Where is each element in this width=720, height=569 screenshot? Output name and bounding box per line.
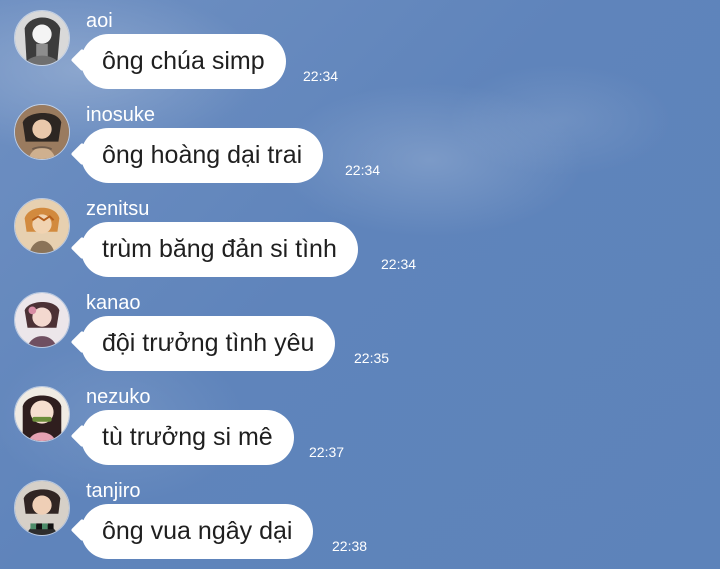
sender-name: zenitsu xyxy=(86,198,150,220)
message-row-aoi: aoi ông chúa simp 22:34 xyxy=(0,0,720,90)
message-row-inosuke: inosuke ông hoàng dại trai 22:34 xyxy=(0,94,720,184)
zenitsu-avatar-icon xyxy=(15,199,69,253)
message-bubble[interactable]: trùm băng đản si tình xyxy=(81,222,358,277)
message-bubble[interactable]: tù trưởng si mê xyxy=(81,410,294,465)
message-time: 22:37 xyxy=(309,444,345,460)
message-row-tanjiro: tanjiro ông vua ngây dại 22:38 xyxy=(0,470,720,560)
avatar-nezuko[interactable] xyxy=(14,386,70,442)
nezuko-avatar-icon xyxy=(15,387,69,441)
sender-name: aoi xyxy=(86,10,113,32)
message-bubble[interactable]: ông hoàng dại trai xyxy=(81,128,324,183)
message-bubble[interactable]: ông chúa simp xyxy=(81,34,286,89)
message-bubble[interactable]: ông vua ngây dại xyxy=(81,504,314,559)
chat-log: aoi ông chúa simp 22:34 inosuke ông hoàn… xyxy=(0,0,720,569)
message-time: 22:34 xyxy=(303,68,339,84)
sender-name: tanjiro xyxy=(86,480,141,502)
avatar-tanjiro[interactable] xyxy=(14,480,70,536)
message-time: 22:34 xyxy=(345,162,381,178)
message-bubble[interactable]: đội trưởng tình yêu xyxy=(81,316,336,371)
tanjiro-avatar-icon xyxy=(15,481,69,535)
sender-name: kanao xyxy=(86,292,141,314)
message-row-kanao: kanao đội trưởng tình yêu 22:35 xyxy=(0,282,720,372)
kanao-avatar-icon xyxy=(15,293,69,347)
avatar-aoi[interactable] xyxy=(14,10,70,66)
avatar-kanao[interactable] xyxy=(14,292,70,348)
sender-name: nezuko xyxy=(86,386,151,408)
message-row-nezuko: nezuko tù trưởng si mê 22:37 xyxy=(0,376,720,466)
sender-name: inosuke xyxy=(86,104,155,126)
avatar-zenitsu[interactable] xyxy=(14,198,70,254)
aoi-avatar-icon xyxy=(15,11,69,65)
message-time: 22:35 xyxy=(354,350,390,366)
avatar-inosuke[interactable] xyxy=(14,104,70,160)
message-row-zenitsu: zenitsu trùm băng đản si tình 22:34 xyxy=(0,188,720,278)
inosuke-avatar-icon xyxy=(15,105,69,159)
message-time: 22:38 xyxy=(332,538,368,554)
message-time: 22:34 xyxy=(381,256,417,272)
